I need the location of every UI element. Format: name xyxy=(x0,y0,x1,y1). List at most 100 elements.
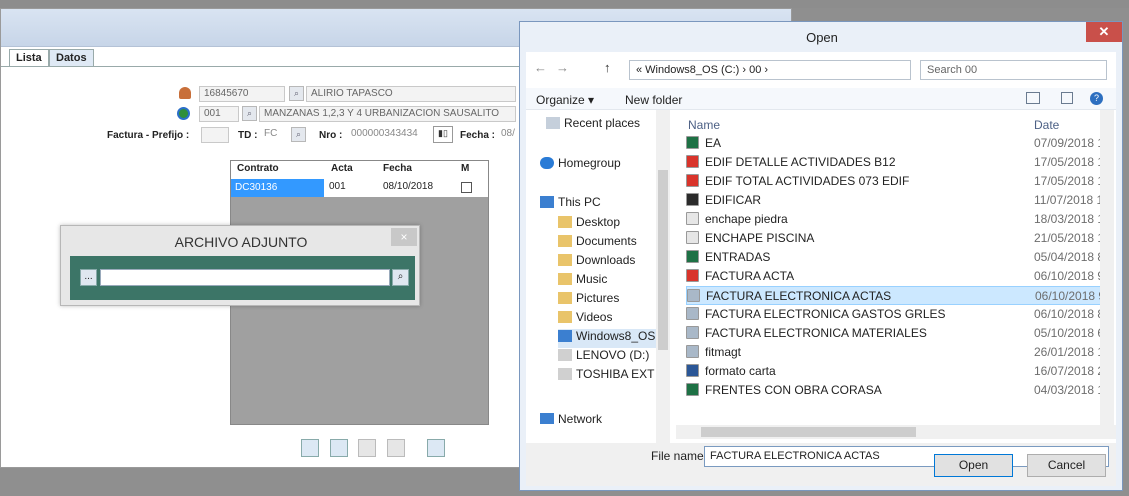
drive-icon xyxy=(558,368,572,380)
nav-label: Pictures xyxy=(576,291,620,305)
file-row[interactable]: ENTRADAS 05/04/2018 8:42 xyxy=(686,248,1111,267)
cancel-button[interactable]: Cancel xyxy=(1027,454,1106,477)
col-contrato[interactable]: Contrato xyxy=(237,163,279,174)
tab-datos[interactable]: Datos xyxy=(49,49,94,67)
address-bar[interactable]: « Windows8_OS (C:) › 00 › xyxy=(629,60,911,80)
location-search-icon[interactable]: ⌕ xyxy=(242,106,257,121)
nav-pictures[interactable]: Pictures xyxy=(558,291,619,310)
search-icon[interactable]: ⌕ xyxy=(392,269,409,286)
file-row[interactable]: fitmagt 26/01/2018 17:1 xyxy=(686,343,1111,362)
txt-file-icon xyxy=(686,231,699,244)
file-row[interactable]: enchape piedra 18/03/2018 19:2 xyxy=(686,210,1111,229)
file-name: ENCHAPE PISCINA xyxy=(686,231,814,245)
adjunto-title: ARCHIVO ADJUNTO xyxy=(174,234,308,250)
nav-network[interactable]: Network xyxy=(540,412,602,424)
file-name-text: FRENTES CON OBRA CORASA xyxy=(705,383,882,397)
file-row[interactable]: FRENTES CON OBRA CORASA 04/03/2018 12:0 xyxy=(686,381,1111,400)
column-name[interactable]: Name xyxy=(688,118,720,132)
adjunto-close-button[interactable]: × xyxy=(391,228,417,246)
dialog-content: ← → ↑ « Windows8_OS (C:) › 00 › Search 0… xyxy=(526,52,1116,486)
person-icon xyxy=(179,87,191,99)
back-button[interactable]: ← xyxy=(534,60,547,75)
file-row[interactable]: EDIFICAR 11/07/2018 11:5 xyxy=(686,191,1111,210)
edit-record-icon[interactable] xyxy=(330,439,348,457)
barcode-icon[interactable]: ▮▯ xyxy=(433,126,453,143)
grid-header: Contrato Acta Fecha M xyxy=(231,161,488,179)
drive-icon xyxy=(558,330,572,342)
up-button[interactable]: ↑ xyxy=(604,60,611,75)
help-icon[interactable]: ? xyxy=(1090,92,1103,105)
preview-pane-icon[interactable] xyxy=(1061,92,1073,104)
videos-folder-icon xyxy=(558,311,572,323)
nav-toshiba-drive[interactable]: TOSHIBA EXT (F: xyxy=(558,367,658,386)
nav-windows-drive[interactable]: Windows8_OS (C xyxy=(558,329,668,348)
file-date: 05/04/2018 8:42 xyxy=(1034,250,1109,264)
cell-acta[interactable]: 001 xyxy=(329,181,346,192)
col-acta[interactable]: Acta xyxy=(331,163,353,174)
column-date[interactable]: Date xyxy=(1034,118,1059,132)
nav-videos[interactable]: Videos xyxy=(558,310,612,329)
file-date: 05/10/2018 6:50 xyxy=(1034,326,1109,340)
fecha-field[interactable]: 08/ xyxy=(501,127,517,143)
file-row[interactable]: FACTURA ELECTRONICA MATERIALES 05/10/2018… xyxy=(686,324,1111,343)
file-row[interactable]: ENCHAPE PISCINA 21/05/2018 10:0 xyxy=(686,229,1111,248)
file-vertical-scrollbar[interactable] xyxy=(1100,110,1114,425)
file-name: EDIF TOTAL ACTIVIDADES 073 EDIF xyxy=(686,174,909,188)
undo-icon[interactable] xyxy=(387,439,405,457)
new-folder-button[interactable]: New folder xyxy=(625,93,682,107)
location-code-field[interactable]: 001 xyxy=(199,106,239,122)
table-row[interactable]: DC30136 001 08/10/2018 xyxy=(231,179,488,197)
location-name-field: MANZANAS 1,2,3 Y 4 URBANIZACION SAUSALIT… xyxy=(259,106,516,122)
file-row[interactable]: EA 07/09/2018 15:5 xyxy=(686,134,1111,153)
client-name-field: ALIRIO TAPASCO xyxy=(306,86,516,102)
view-options-icon[interactable] xyxy=(1026,92,1040,104)
factura-prefijo-label: Factura - Prefijo : xyxy=(107,130,190,141)
nro-field[interactable]: 000000343434 xyxy=(347,127,427,143)
nav-lenovo-drive[interactable]: LENOVO (D:) xyxy=(558,348,649,367)
nav-homegroup[interactable]: Homegroup xyxy=(540,156,621,175)
m-checkbox[interactable] xyxy=(461,182,472,193)
nav-this-pc[interactable]: This PC xyxy=(540,195,601,214)
close-button[interactable]: ✕ xyxy=(1086,22,1122,42)
cell-contrato[interactable]: DC30136 xyxy=(231,179,324,197)
file-name-text: EDIF DETALLE ACTIVIDADES B12 xyxy=(705,155,896,169)
file-row[interactable]: FACTURA ELECTRONICA ACTAS 06/10/2018 9:32 xyxy=(686,286,1111,305)
file-row[interactable]: EDIF DETALLE ACTIVIDADES B12 17/05/2018 1… xyxy=(686,153,1111,172)
file-row[interactable]: EDIF TOTAL ACTIVIDADES 073 EDIF 17/05/201… xyxy=(686,172,1111,191)
td-field[interactable]: FC xyxy=(260,127,286,143)
client-search-icon[interactable]: ⌕ xyxy=(289,86,304,101)
nav-scrollbar-thumb[interactable] xyxy=(658,170,668,350)
open-button[interactable]: Open xyxy=(934,454,1013,477)
file-name-text: FACTURA ELECTRONICA GASTOS GRLES xyxy=(705,307,946,321)
nav-music[interactable]: Music xyxy=(558,272,607,291)
save-icon[interactable] xyxy=(358,439,376,457)
prefijo-field[interactable] xyxy=(201,127,229,143)
file-name-text: EDIF TOTAL ACTIVIDADES 073 EDIF xyxy=(705,174,910,188)
search-input[interactable]: Search 00 xyxy=(920,60,1107,80)
tab-lista[interactable]: Lista xyxy=(9,49,49,67)
organize-menu[interactable]: Organize ▾ xyxy=(536,93,594,107)
file-name-text: EDIFICAR xyxy=(705,193,762,207)
nav-recent-places[interactable]: Recent places xyxy=(546,116,640,135)
file-row[interactable]: formato carta 16/07/2018 20:0 xyxy=(686,362,1111,381)
file-row[interactable]: FACTURA ACTA 06/10/2018 9:21 xyxy=(686,267,1111,286)
nav-downloads[interactable]: Downloads xyxy=(558,253,635,272)
folder-icon xyxy=(558,216,572,228)
client-id-field[interactable]: 16845670 xyxy=(199,86,285,102)
browse-button[interactable]: ... xyxy=(80,269,97,286)
forward-button[interactable]: → xyxy=(556,60,569,75)
file-path-input[interactable] xyxy=(100,269,390,286)
file-name: EDIFICAR xyxy=(686,193,761,207)
cell-fecha[interactable]: 08/10/2018 xyxy=(383,181,433,192)
new-record-icon[interactable] xyxy=(301,439,319,457)
nav-desktop[interactable]: Desktop xyxy=(558,215,620,234)
horizontal-scrollbar-thumb[interactable] xyxy=(701,427,916,437)
nav-documents[interactable]: Documents xyxy=(558,234,637,253)
exit-icon[interactable] xyxy=(427,439,445,457)
file-row[interactable]: FACTURA ELECTRONICA GASTOS GRLES 06/10/20… xyxy=(686,305,1111,324)
fecha-label: Fecha : xyxy=(460,130,496,141)
td-search-icon[interactable]: ⌕ xyxy=(291,127,306,142)
col-m[interactable]: M xyxy=(461,163,469,174)
nav-label: TOSHIBA EXT (F: xyxy=(576,367,658,381)
col-fecha[interactable]: Fecha xyxy=(383,163,412,174)
